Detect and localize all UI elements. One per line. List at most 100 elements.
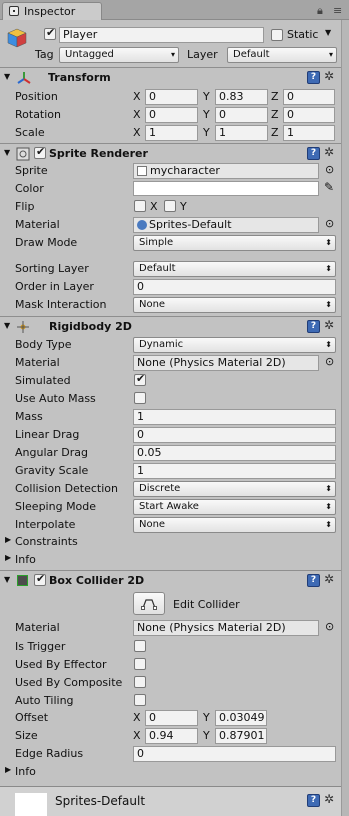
collider-checkbox[interactable] xyxy=(134,694,146,706)
gear-icon[interactable]: ✲ xyxy=(324,572,334,586)
collider-checkbox[interactable] xyxy=(134,676,146,688)
transform-header[interactable]: ▼ Transform ? ✲ xyxy=(0,69,349,87)
rigidbody-row-label: Mass xyxy=(15,410,43,423)
tag-dropdown[interactable]: Untagged ▾ xyxy=(59,47,179,63)
transform-icon xyxy=(17,72,31,84)
color-swatch[interactable] xyxy=(133,181,319,196)
collider-checkbox[interactable] xyxy=(134,640,146,652)
axis-label-z: Z xyxy=(271,90,279,103)
offset-x-axis-label: X xyxy=(133,711,141,724)
offset-y-axis-label: Y xyxy=(203,711,210,724)
layer-dropdown[interactable]: Default ▾ xyxy=(227,47,337,63)
constraints-foldout[interactable]: Constraints xyxy=(15,535,78,548)
info-foldout-icon[interactable]: ▶ xyxy=(5,765,11,774)
sprite-renderer-enabled-checkbox[interactable] xyxy=(34,145,46,159)
help-icon[interactable]: ? xyxy=(307,794,320,807)
axis-label-x: X xyxy=(133,90,141,103)
flip-x-checkbox[interactable] xyxy=(134,200,146,212)
draw-mode-dropdown[interactable]: Simple ⬍ xyxy=(133,235,336,251)
box-collider-enabled-checkbox[interactable] xyxy=(34,572,46,586)
edit-collider-button[interactable] xyxy=(133,592,165,615)
rigidbody-checkbox[interactable] xyxy=(134,372,146,386)
object-picker-icon[interactable]: ⊙ xyxy=(325,217,334,230)
help-icon[interactable]: ? xyxy=(307,147,320,160)
edit-collider-label: Edit Collider xyxy=(173,598,240,611)
rigidbody-row-label: Collision Detection xyxy=(15,482,119,495)
object-picker-icon[interactable]: ⊙ xyxy=(325,163,334,176)
lock-icon[interactable]: 🔒︎ xyxy=(317,4,323,18)
rigidbody-dropdown[interactable]: Discrete ⬍ xyxy=(133,481,336,497)
rigidbody-row-label: Material xyxy=(15,356,60,369)
transform-y-field[interactable]: 0.83 xyxy=(215,89,268,105)
menu-icon[interactable]: ≡ xyxy=(333,4,342,17)
foldout-icon[interactable]: ▼ xyxy=(4,72,10,81)
sprite-renderer-header[interactable]: ▼ Sprite Renderer ? ✲ xyxy=(0,145,349,163)
collider-checkbox[interactable] xyxy=(134,658,146,670)
tab-inspector[interactable]: Inspector xyxy=(2,2,102,20)
transform-z-field[interactable]: 0 xyxy=(283,107,335,123)
rigidbody-info-foldout[interactable]: Info xyxy=(15,553,36,566)
help-icon[interactable]: ? xyxy=(307,71,320,84)
collider-material-field[interactable]: None (Physics Material 2D) xyxy=(133,620,319,636)
rigidbody-field[interactable]: 0.05 xyxy=(133,445,336,461)
help-icon[interactable]: ? xyxy=(307,574,320,587)
gear-icon[interactable]: ✲ xyxy=(324,792,334,806)
gear-icon[interactable]: ✲ xyxy=(324,69,334,83)
scrollbar[interactable] xyxy=(341,20,349,816)
edge-radius-label: Edge Radius xyxy=(15,747,84,760)
object-picker-icon[interactable]: ⊙ xyxy=(325,355,334,368)
offset-y-field[interactable]: 0.03049 xyxy=(215,710,267,726)
order-in-layer-field[interactable]: 0 xyxy=(133,279,336,295)
rigidbody-dropdown[interactable]: None ⬍ xyxy=(133,517,336,533)
foldout-icon[interactable]: ▼ xyxy=(4,321,10,330)
flip-y-checkbox[interactable] xyxy=(164,200,176,212)
gear-icon[interactable]: ✲ xyxy=(324,318,334,332)
box-collider-title: Box Collider 2D xyxy=(49,574,145,587)
rigidbody-checkbox[interactable] xyxy=(134,392,146,404)
rigidbody-row-label: Sleeping Mode xyxy=(15,500,97,513)
mask-interaction-dropdown[interactable]: None ⬍ xyxy=(133,297,336,313)
collider-info-foldout[interactable]: Info xyxy=(15,765,36,778)
rigidbody-field[interactable]: 1 xyxy=(133,409,336,425)
gameobject-name-field[interactable]: Player xyxy=(59,27,264,43)
transform-x-field[interactable]: 0 xyxy=(145,107,198,123)
edge-radius-field[interactable]: 0 xyxy=(133,746,336,762)
static-checkbox[interactable] xyxy=(271,29,283,41)
offset-x-field[interactable]: 0 xyxy=(145,710,198,726)
rigidbody-field[interactable]: 0 xyxy=(133,427,336,443)
rigidbody-dropdown[interactable]: Dynamic ⬍ xyxy=(133,337,336,353)
eyedropper-icon[interactable]: ✎ xyxy=(324,180,334,194)
transform-row-label: Scale xyxy=(15,126,45,139)
transform-x-field[interactable]: 0 xyxy=(145,89,198,105)
rigidbody-row-label: Simulated xyxy=(15,374,71,387)
sprite-object-field[interactable]: mycharacter xyxy=(133,163,319,179)
collider-check-label: Auto Tiling xyxy=(15,694,74,707)
rigidbody-row-label: Angular Drag xyxy=(15,446,88,459)
object-picker-icon[interactable]: ⊙ xyxy=(325,620,334,633)
transform-y-field[interactable]: 0 xyxy=(215,107,268,123)
foldout-icon[interactable]: ▼ xyxy=(4,148,10,157)
sorting-layer-dropdown[interactable]: Default ⬍ xyxy=(133,261,336,277)
info-foldout-icon[interactable]: ▶ xyxy=(5,553,11,562)
transform-z-field[interactable]: 1 xyxy=(283,125,335,141)
constraints-foldout-icon[interactable]: ▶ xyxy=(5,535,11,544)
size-x-field[interactable]: 0.94 xyxy=(145,728,198,744)
axis-label-z: Z xyxy=(271,108,279,121)
material-object-field[interactable]: Sprites-Default xyxy=(133,217,319,233)
material-preview-header[interactable]: Sprites-Default ? ✲ xyxy=(0,786,341,816)
rigidbody-header[interactable]: ▼ Rigidbody 2D ? ✲ xyxy=(0,318,349,336)
gear-icon[interactable]: ✲ xyxy=(324,145,334,159)
box-collider-header[interactable]: ▼ Box Collider 2D ? ✲ xyxy=(0,572,349,590)
transform-y-field[interactable]: 1 xyxy=(215,125,268,141)
help-icon[interactable]: ? xyxy=(307,320,320,333)
rigidbody-dropdown[interactable]: Start Awake ⬍ xyxy=(133,499,336,515)
collider-material-label: Material xyxy=(15,621,60,634)
foldout-icon[interactable]: ▼ xyxy=(4,575,10,584)
static-dropdown-arrow-icon[interactable]: ▼ xyxy=(325,28,331,37)
transform-z-field[interactable]: 0 xyxy=(283,89,335,105)
gameobject-active-checkbox[interactable] xyxy=(44,26,56,40)
rigidbody-field[interactable]: 1 xyxy=(133,463,336,479)
rigidbody-object-field[interactable]: None (Physics Material 2D) xyxy=(133,355,319,371)
size-y-field[interactable]: 0.87901 xyxy=(215,728,267,744)
transform-x-field[interactable]: 1 xyxy=(145,125,198,141)
